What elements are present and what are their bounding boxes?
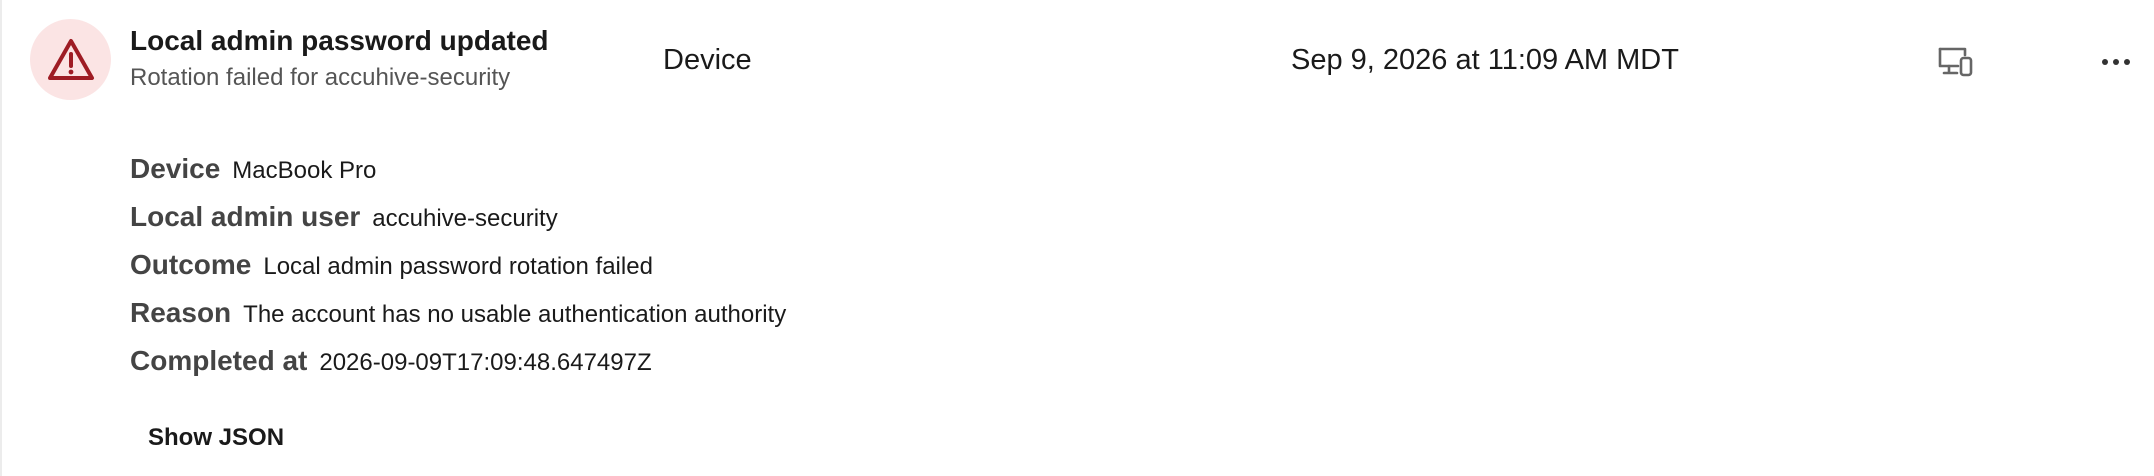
detail-row-local-admin-user: Local admin user accuhive-security <box>130 201 786 249</box>
event-title: Local admin password updated <box>130 25 549 56</box>
detail-label: Completed at <box>130 345 308 376</box>
show-json-button[interactable]: Show JSON <box>130 416 302 460</box>
devices-icon <box>1938 47 1973 77</box>
activity-event-row[interactable]: Local admin password updated Rotation fa… <box>0 0 2154 476</box>
more-actions-button[interactable] <box>2096 42 2136 82</box>
more-horizontal-icon <box>2102 59 2130 65</box>
event-heading: Local admin password updated Rotation fa… <box>130 22 549 96</box>
detail-label: Local admin user <box>130 201 361 232</box>
detail-value: The account has no usable authentication… <box>243 301 787 328</box>
detail-row-reason: Reason The account has no usable authent… <box>130 297 786 345</box>
detail-label: Outcome <box>130 249 252 280</box>
event-timestamp: Sep 9, 2026 at 11:09 AM MDT <box>1291 44 1679 76</box>
detail-label: Device <box>130 153 221 184</box>
detail-label: Reason <box>130 297 232 328</box>
detail-row-outcome: Outcome Local admin password rotation fa… <box>130 249 786 297</box>
event-category: Device <box>663 44 752 76</box>
detail-value: accuhive-security <box>372 205 558 232</box>
detail-row-completed-at: Completed at 2026-09-09T17:09:48.647497Z <box>130 345 786 393</box>
event-subtitle: Rotation failed for accuhive-security <box>130 64 511 91</box>
detail-row-device: Device MacBook Pro <box>130 153 786 201</box>
detail-value: Local admin password rotation failed <box>263 253 653 280</box>
status-badge <box>30 19 111 100</box>
detail-value: MacBook Pro <box>232 157 377 184</box>
event-details: Device MacBook Pro Local admin user accu… <box>130 153 786 393</box>
detail-value: 2026-09-09T17:09:48.647497Z <box>319 349 652 376</box>
warning-triangle-icon <box>47 38 94 80</box>
view-device-button[interactable] <box>1934 42 1978 82</box>
